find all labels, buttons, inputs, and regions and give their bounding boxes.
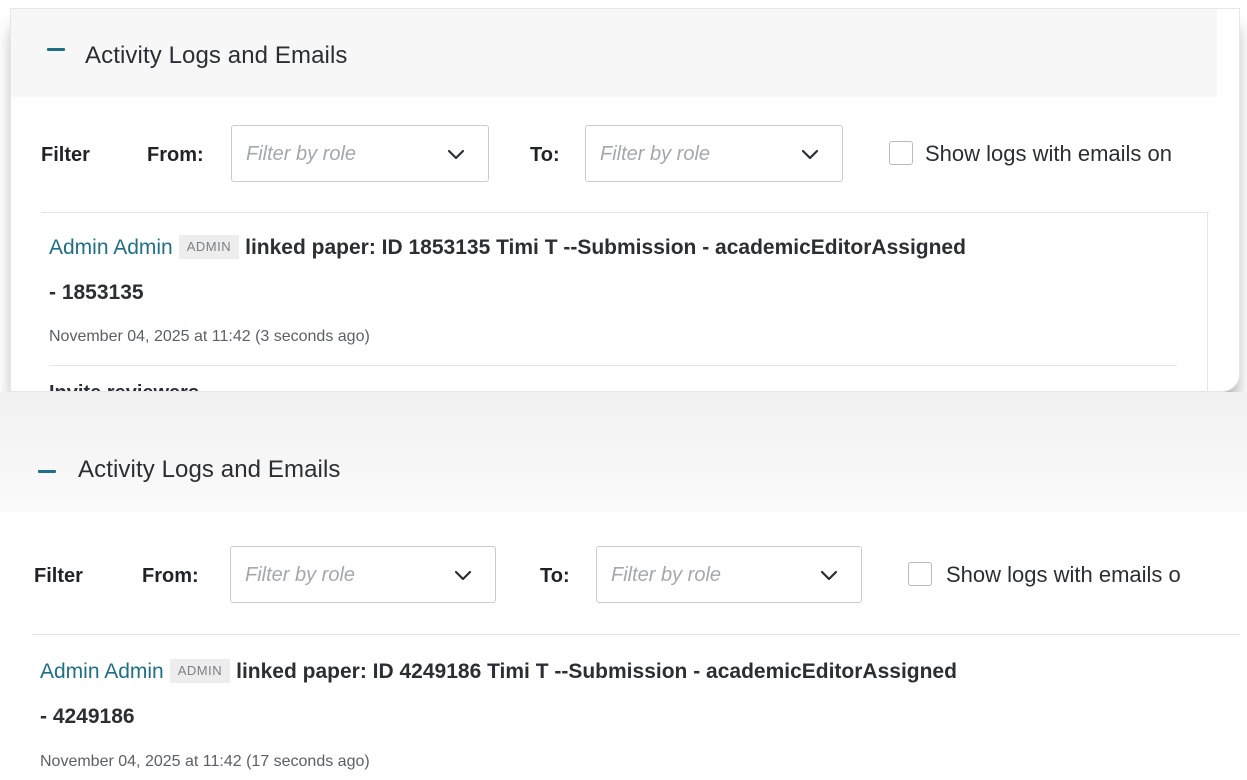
from-role-placeholder: Filter by role xyxy=(245,564,356,586)
divider xyxy=(32,634,1240,635)
divider xyxy=(49,365,1177,366)
role-badge: ADMIN xyxy=(169,659,231,683)
show-emails-checkbox[interactable] xyxy=(908,562,932,586)
divider xyxy=(41,212,1209,213)
from-label: From: xyxy=(147,144,204,166)
to-label: To: xyxy=(530,144,560,166)
to-role-placeholder: Filter by role xyxy=(600,143,711,165)
chevron-down-icon xyxy=(801,149,819,160)
filter-label: Filter xyxy=(34,565,83,587)
from-role-select[interactable]: Filter by role xyxy=(231,125,489,182)
activity-logs-panel-bottom: Activity Logs and Emails Filter From: Fi… xyxy=(0,392,1247,780)
to-role-placeholder: Filter by role xyxy=(611,564,722,586)
chevron-down-icon xyxy=(820,570,838,581)
log-action-text: linked paper: ID 4249186 Timi T --Submis… xyxy=(236,660,957,683)
from-label: From: xyxy=(142,565,199,587)
from-role-placeholder: Filter by role xyxy=(246,143,357,165)
activity-logs-card-top: Activity Logs and Emails Filter From: Fi… xyxy=(10,8,1240,392)
log-user-link[interactable]: Admin Admin xyxy=(49,236,173,259)
chevron-down-icon xyxy=(454,570,472,581)
log-action-text: linked paper: ID 1853135 Timi T --Submis… xyxy=(245,236,966,259)
log-entry-line: Admin Admin ADMIN linked paper: ID 4249186… xyxy=(40,659,957,685)
show-emails-checkbox[interactable] xyxy=(889,141,913,165)
log-action-continued: - 1853135 xyxy=(49,281,144,304)
to-label: To: xyxy=(540,565,570,587)
next-log-entry-title: Invite reviewers xyxy=(49,381,199,391)
to-role-select[interactable]: Filter by role xyxy=(585,125,843,182)
collapse-minus-icon[interactable] xyxy=(45,38,67,60)
to-role-select[interactable]: Filter by role xyxy=(596,546,862,603)
section-title: Activity Logs and Emails xyxy=(78,456,341,483)
scroll-edge xyxy=(1207,212,1208,391)
log-entry-line: Admin Admin ADMIN linked paper: ID 1853135… xyxy=(49,235,966,261)
log-user-link[interactable]: Admin Admin xyxy=(40,660,164,683)
from-role-select[interactable]: Filter by role xyxy=(230,546,496,603)
log-action-continued: - 4249186 xyxy=(40,705,135,728)
chevron-down-icon xyxy=(447,149,465,160)
collapse-minus-icon[interactable] xyxy=(36,460,58,482)
section-title: Activity Logs and Emails xyxy=(85,42,348,69)
role-badge: ADMIN xyxy=(178,235,240,259)
show-emails-label[interactable]: Show logs with emails on xyxy=(925,141,1172,167)
filter-label: Filter xyxy=(41,144,90,166)
section-header[interactable]: Activity Logs and Emails xyxy=(11,9,1217,97)
log-timestamp: November 04, 2025 at 11:42 (3 seconds ag… xyxy=(49,328,370,345)
log-timestamp: November 04, 2025 at 11:42 (17 seconds a… xyxy=(40,753,370,770)
show-emails-label[interactable]: Show logs with emails o xyxy=(946,562,1181,588)
